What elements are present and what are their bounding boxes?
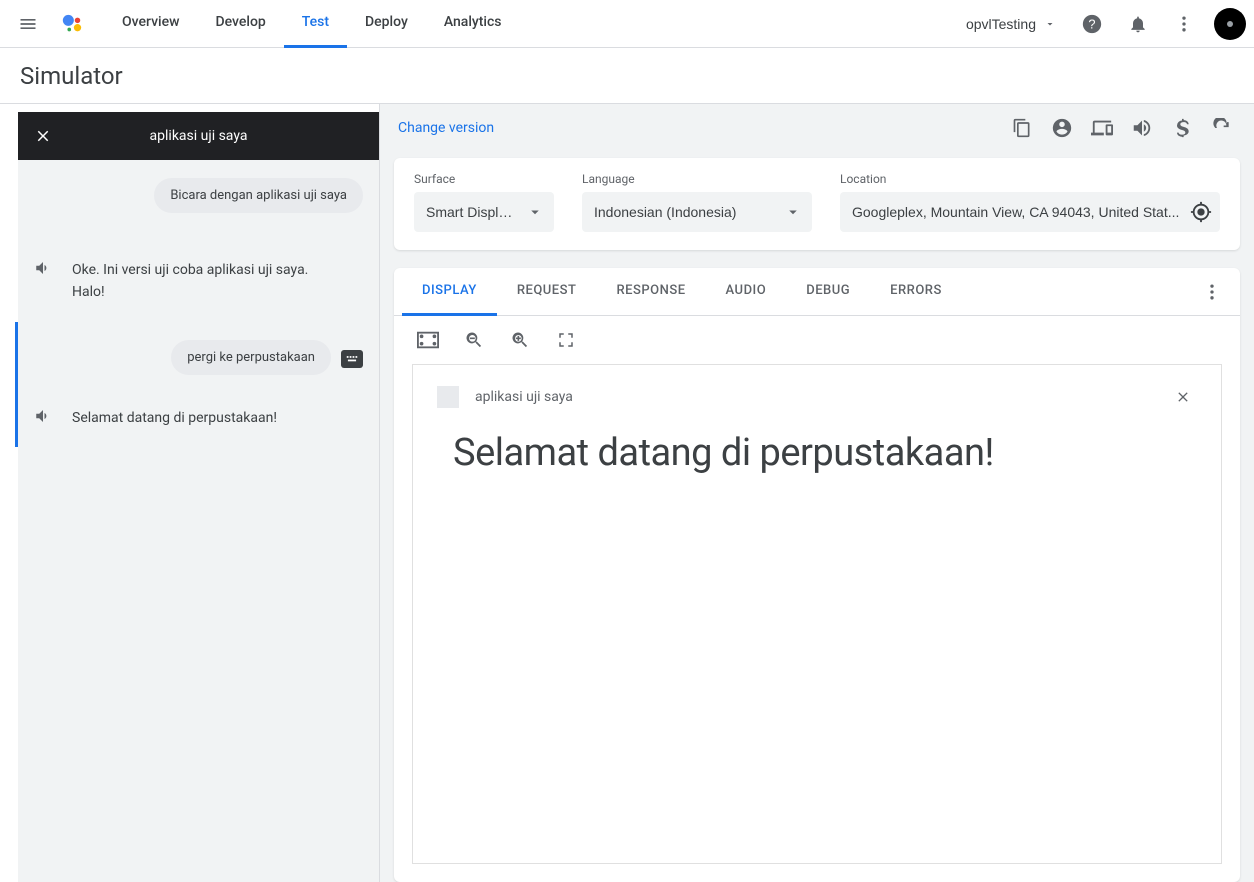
chat-title-bar: aplikasi uji saya (18, 112, 379, 160)
fit-screen-button[interactable] (408, 320, 448, 360)
tab-request[interactable]: REQUEST (497, 268, 597, 316)
assistant-message: Selamat datang di perpustakaan! (72, 407, 277, 429)
my-location-icon (1190, 201, 1212, 223)
tab-overview[interactable]: Overview (104, 0, 197, 48)
result-tabs: DISPLAY REQUEST RESPONSE AUDIO DEBUG ERR… (394, 268, 1240, 316)
close-icon (34, 127, 52, 145)
zoom-out-icon (464, 330, 484, 350)
tab-display[interactable]: DISPLAY (402, 268, 497, 316)
display-toolbar (394, 316, 1240, 364)
avatar-dot-icon (1227, 21, 1233, 27)
page-title: Simulator (0, 48, 1254, 104)
notifications-button[interactable] (1118, 4, 1158, 44)
surface-select[interactable]: Smart Displ… (414, 192, 554, 232)
chat-close-button[interactable] (34, 127, 52, 145)
bell-icon (1128, 14, 1148, 34)
fullscreen-icon (557, 331, 575, 349)
assistant-message: Oke. Ini versi uji coba aplikasi uji say… (72, 259, 332, 304)
tab-debug[interactable]: DEBUG (786, 268, 870, 316)
account-button[interactable] (1042, 108, 1082, 148)
copy-icon (1012, 118, 1032, 138)
account-icon (1051, 117, 1073, 139)
tab-deploy[interactable]: Deploy (347, 0, 426, 48)
result-card: DISPLAY REQUEST RESPONSE AUDIO DEBUG ERR… (394, 268, 1240, 882)
location-label: Location (840, 172, 1220, 186)
dollar-icon (1172, 118, 1192, 138)
tab-errors[interactable]: ERRORS (870, 268, 962, 316)
zoom-out-button[interactable] (454, 320, 494, 360)
language-label: Language (582, 172, 812, 186)
tab-analytics[interactable]: Analytics (426, 0, 520, 48)
hamburger-icon (18, 14, 38, 34)
copy-button[interactable] (1002, 108, 1042, 148)
options-toolbar: Change version (380, 104, 1254, 152)
chat-title-label: aplikasi uji saya (150, 128, 248, 144)
speaker-icon[interactable] (34, 407, 52, 425)
svg-text:?: ? (1088, 16, 1095, 31)
result-overflow-button[interactable] (1192, 272, 1232, 312)
refresh-icon (1212, 118, 1232, 138)
display-canvas: aplikasi uji saya Selamat datang di perp… (412, 364, 1222, 864)
chat-turn-2: pergi ke perpustakaan Selamat datang di … (15, 322, 379, 447)
tab-test[interactable]: Test (284, 0, 347, 48)
my-location-button[interactable] (1190, 201, 1212, 223)
reset-button[interactable] (1202, 108, 1242, 148)
tab-develop[interactable]: Develop (197, 0, 283, 48)
devices-icon (1091, 117, 1113, 139)
fullscreen-button[interactable] (546, 320, 586, 360)
help-button[interactable]: ? (1072, 4, 1112, 44)
billing-button[interactable] (1162, 108, 1202, 148)
volume-icon (1131, 117, 1153, 139)
project-name-label: opvlTesting (966, 16, 1036, 32)
main-panel: Change version Surface Smart Displ… Lang… (380, 104, 1254, 882)
sound-button[interactable] (1122, 108, 1162, 148)
user-message: Bicara dengan aplikasi uji saya (154, 178, 363, 213)
app-name-label: aplikasi uji saya (475, 389, 573, 405)
help-icon: ? (1081, 13, 1103, 35)
dropdown-triangle-icon (1044, 18, 1056, 30)
speaker-icon[interactable] (34, 259, 52, 277)
more-vertical-icon (1174, 14, 1194, 34)
zoom-in-icon (510, 330, 530, 350)
fit-screen-icon (417, 331, 439, 349)
hamburger-menu-button[interactable] (8, 4, 48, 44)
close-icon (1175, 389, 1191, 405)
devices-button[interactable] (1082, 108, 1122, 148)
language-select[interactable]: Indonesian (Indonesia) (582, 192, 812, 232)
assistant-logo-icon (60, 12, 84, 36)
settings-card: Surface Smart Displ… Language Indonesian… (394, 158, 1240, 250)
main-tabs: Overview Develop Test Deploy Analytics (104, 0, 519, 48)
top-bar: Overview Develop Test Deploy Analytics o… (0, 0, 1254, 48)
overflow-menu-button[interactable] (1164, 4, 1204, 44)
avatar[interactable] (1214, 8, 1246, 40)
chat-panel: aplikasi uji saya Bicara dengan aplikasi… (0, 104, 380, 882)
tab-audio[interactable]: AUDIO (706, 268, 787, 316)
display-close-button[interactable] (1169, 383, 1197, 411)
tab-response[interactable]: RESPONSE (596, 268, 705, 316)
more-vertical-icon (1202, 282, 1222, 302)
location-input[interactable] (840, 192, 1220, 232)
chat-turn-1: Bicara dengan aplikasi uji saya Oke. Ini… (18, 160, 379, 322)
user-message: pergi ke perpustakaan (171, 340, 331, 375)
zoom-in-button[interactable] (500, 320, 540, 360)
app-icon-placeholder (437, 386, 459, 408)
change-version-link[interactable]: Change version (398, 120, 494, 136)
keyboard-icon (341, 350, 363, 368)
project-selector[interactable]: opvlTesting (956, 6, 1066, 42)
surface-label: Surface (414, 172, 554, 186)
display-headline: Selamat datang di perpustakaan! (413, 411, 1221, 495)
